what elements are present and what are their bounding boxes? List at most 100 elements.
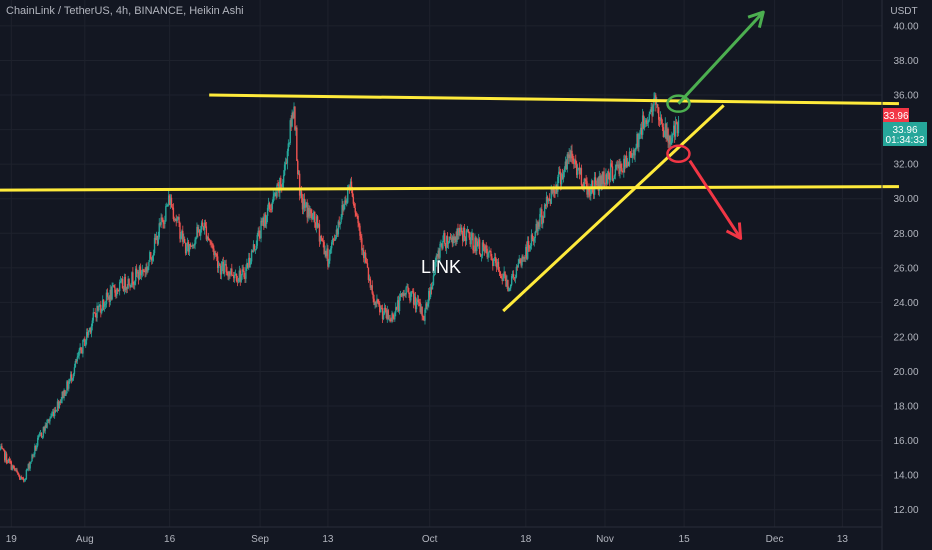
candle — [204, 222, 207, 227]
candle — [1, 446, 3, 449]
candle — [189, 244, 192, 247]
candle — [485, 245, 487, 249]
candle — [490, 251, 492, 257]
candle — [90, 326, 93, 333]
candle — [288, 143, 290, 144]
candle — [21, 477, 24, 479]
candle — [494, 256, 497, 263]
candle — [8, 458, 11, 461]
candle — [254, 249, 257, 251]
candle — [620, 164, 622, 169]
candle — [421, 306, 423, 317]
candle — [480, 255, 483, 257]
candle — [243, 271, 245, 278]
candle — [209, 240, 211, 243]
candle — [512, 274, 515, 278]
candle — [361, 238, 363, 251]
candle — [590, 188, 592, 196]
candle — [6, 462, 9, 464]
candle — [346, 202, 348, 204]
candle — [639, 133, 641, 135]
candle — [321, 238, 323, 241]
candle — [25, 469, 28, 479]
candle — [355, 212, 357, 216]
candle — [72, 373, 75, 379]
candle — [467, 229, 470, 232]
candle — [562, 171, 565, 179]
time-tick-label: Nov — [596, 534, 614, 545]
candle — [113, 285, 115, 288]
time-tick-label: 16 — [164, 534, 176, 545]
candle — [310, 209, 312, 214]
candle — [82, 339, 84, 354]
candle — [322, 240, 324, 243]
candle — [431, 284, 434, 290]
candle — [502, 277, 504, 282]
candle — [106, 292, 109, 298]
price-axis[interactable]: 12.00 14.00 16.00 18.00 20.00 22.00 24.00 26.00… — [893, 21, 918, 516]
candle — [350, 181, 353, 188]
price-tick-label: 26.00 — [893, 263, 918, 274]
candle — [517, 263, 519, 267]
candle — [101, 310, 103, 313]
price-tick-label: 38.00 — [893, 56, 918, 67]
candle — [179, 222, 181, 239]
candle — [514, 277, 517, 279]
candle — [134, 281, 136, 285]
candle — [87, 330, 90, 336]
candle — [167, 204, 169, 206]
candle — [510, 284, 512, 289]
candle — [353, 203, 356, 208]
candle — [283, 164, 286, 176]
candle — [463, 227, 466, 238]
candle — [417, 299, 420, 303]
candle — [33, 454, 35, 456]
candle — [340, 217, 342, 223]
candle — [18, 474, 20, 476]
time-tick-label: 18 — [520, 534, 532, 545]
candle — [638, 133, 640, 148]
price-tick-label: 18.00 — [893, 402, 918, 413]
candle — [663, 136, 666, 138]
candle — [434, 261, 437, 274]
price-tick-label: 30.00 — [893, 194, 918, 205]
candle — [439, 243, 441, 258]
current-price-tag: 33.96 01:34:33 — [883, 122, 927, 146]
candle — [233, 275, 236, 279]
time-tick-label: Aug — [76, 534, 94, 545]
candle — [447, 242, 450, 244]
bar-countdown: 01:34:33 — [886, 135, 925, 146]
candle — [150, 252, 152, 258]
candle — [405, 287, 407, 295]
candle — [17, 472, 19, 475]
candle — [193, 245, 195, 247]
price-tick-label: 32.00 — [893, 160, 918, 171]
candle — [435, 255, 437, 262]
candle — [576, 168, 579, 175]
candle — [276, 184, 278, 197]
candle — [201, 222, 204, 227]
candle — [610, 163, 613, 167]
candle — [557, 176, 559, 192]
candle — [677, 120, 680, 134]
candle — [328, 260, 330, 267]
candle — [660, 117, 663, 124]
candle — [314, 211, 316, 223]
candle — [51, 413, 53, 417]
candle — [94, 312, 96, 314]
candle — [231, 268, 233, 276]
candle — [216, 254, 218, 257]
candle — [76, 357, 78, 362]
candle — [621, 168, 623, 172]
last-price-marker: 33.96 — [883, 108, 909, 122]
candle — [497, 261, 500, 271]
price-chart[interactable]: LINK 12.00 14.00 16.00 18.00 20.00 22.00 24.00… — [0, 0, 932, 550]
candle — [482, 242, 485, 247]
candle — [603, 171, 605, 184]
candle — [111, 285, 113, 300]
candle — [662, 127, 665, 138]
candle — [585, 179, 587, 182]
candle — [170, 197, 173, 208]
time-tick-label: 19 — [6, 534, 18, 545]
candle — [424, 309, 426, 321]
